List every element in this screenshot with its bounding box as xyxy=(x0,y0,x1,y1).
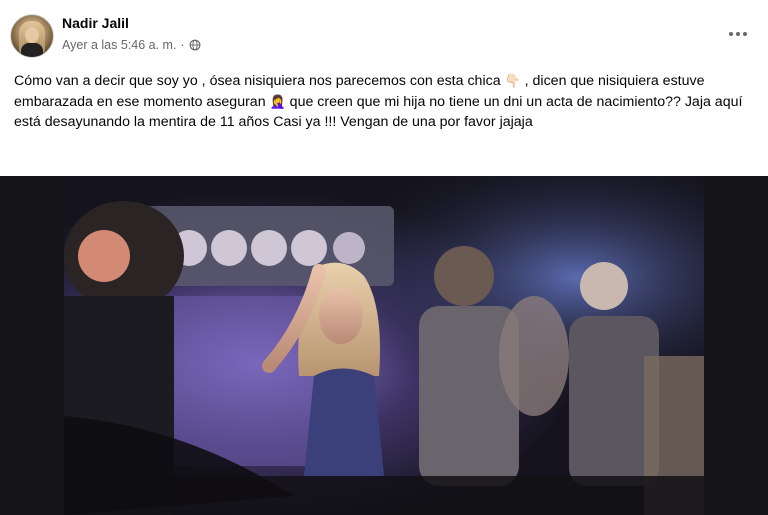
avatar[interactable] xyxy=(10,14,54,58)
more-options-button[interactable] xyxy=(720,20,756,48)
meta-separator: · xyxy=(180,38,185,52)
post-header: Nadir Jalil Ayer a las 5:46 a. m. · xyxy=(0,0,768,66)
post-meta: Ayer a las 5:46 a. m. · xyxy=(62,38,201,52)
facebook-post: Nadir Jalil Ayer a las 5:46 a. m. · Cómo… xyxy=(0,0,768,515)
post-text: Cómo van a decir que soy yo , ósea nisiq… xyxy=(14,73,743,130)
author-name[interactable]: Nadir Jalil xyxy=(62,15,129,31)
video-frame xyxy=(64,176,704,515)
post-video[interactable] xyxy=(0,176,768,515)
pointing-down-emoji: 👇🏻 xyxy=(504,73,521,88)
facepalm-emoji: 🤦‍♀️ xyxy=(269,93,286,109)
more-horizontal-icon xyxy=(729,32,733,36)
post-timestamp[interactable]: Ayer a las 5:46 a. m. xyxy=(62,38,176,52)
globe-icon xyxy=(189,39,201,51)
